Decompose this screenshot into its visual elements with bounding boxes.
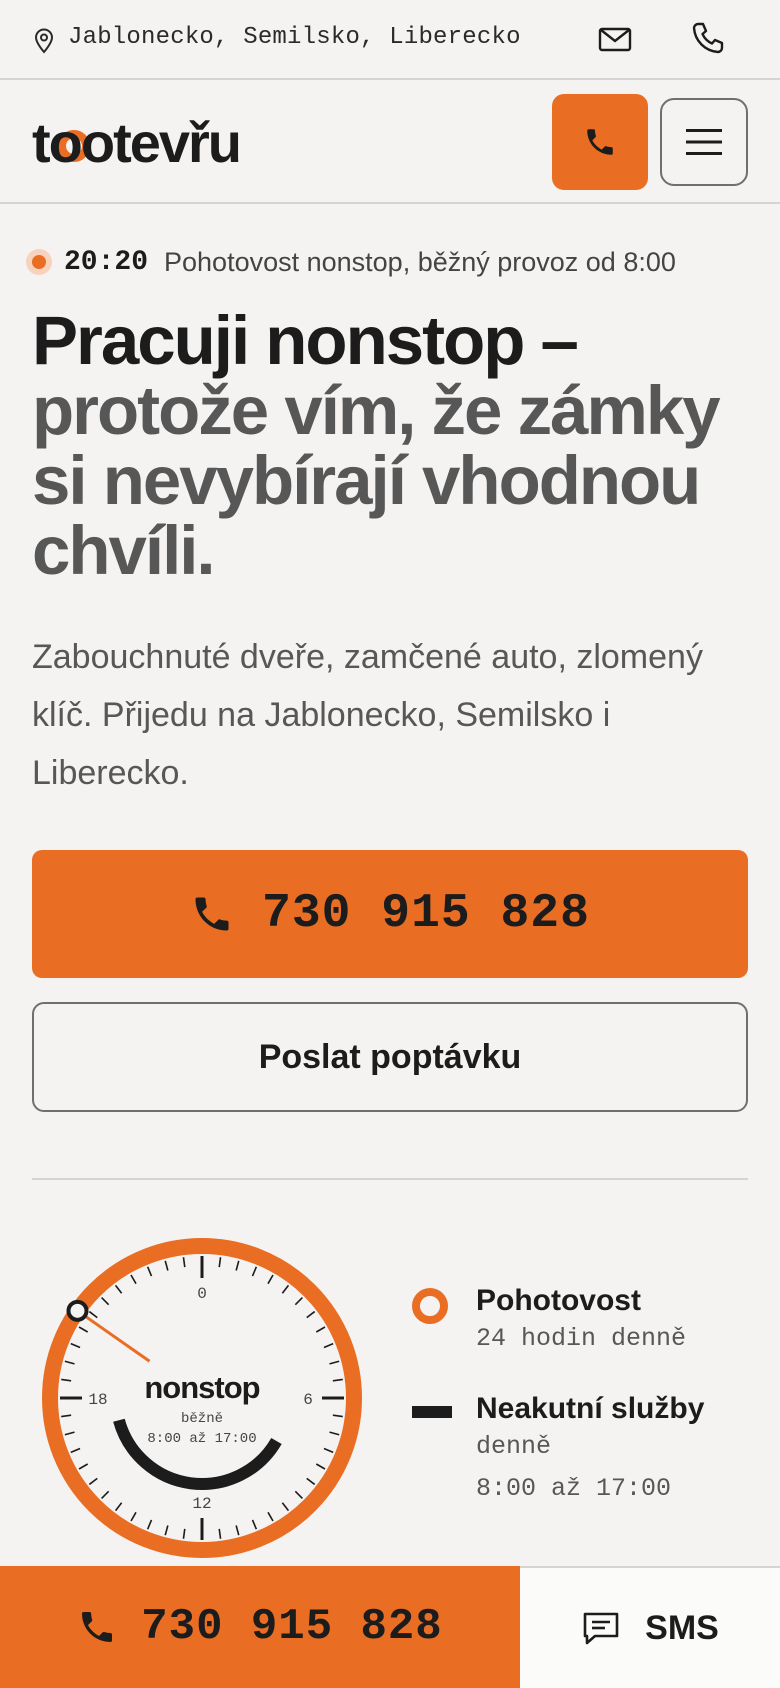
map-pin-icon — [33, 28, 55, 54]
clock-label-0: 0 — [197, 1285, 207, 1303]
title-line-primary: Pracuji nonstop – — [32, 302, 579, 379]
bottom-call-number: 730 915 828 — [141, 1602, 443, 1652]
legend-regular-title: Neakutní služby — [476, 1392, 705, 1425]
bottom-call-button[interactable]: 730 915 828 — [0, 1566, 520, 1688]
site-header: tootevřu — [0, 80, 780, 204]
clock-sub-hours: 8:00 až 17:00 — [147, 1431, 256, 1447]
status-text: Pohotovost nonstop, běžný provoz od 8:00 — [164, 246, 676, 277]
legend-emergency-sub: 24 hodin denně — [476, 1324, 687, 1353]
call-button[interactable]: 730 915 828 — [32, 850, 748, 978]
legend-emergency-title: Pohotovost — [476, 1284, 641, 1317]
clock-label-6: 6 — [303, 1391, 313, 1409]
top-info-bar: Jablonecko, Semilsko, Liberecko — [0, 0, 780, 80]
call-button-number: 730 915 828 — [262, 887, 590, 941]
clock-sub-label: běžně — [181, 1411, 223, 1427]
live-status-dot — [26, 249, 52, 275]
hours-clock: 0 6 12 18 nonstop běžně 8:00 až 17:00 — [40, 1236, 364, 1560]
current-time: 20:20 — [64, 246, 149, 278]
service-region: Jablonecko, Semilsko, Liberecko — [68, 24, 521, 51]
logo-text: tootevřu — [32, 111, 240, 170]
phone-icon — [190, 892, 234, 936]
clock-label-18: 18 — [88, 1391, 107, 1409]
hamburger-menu-icon — [686, 128, 722, 156]
legend-regular-sub1: denně — [476, 1432, 552, 1461]
page-title: Pracuji nonstop – protože vím, že zámky … — [32, 306, 732, 586]
status-line: 20:20 Pohotovost nonstop, běžný provoz o… — [26, 244, 676, 280]
clock-center-label: nonstop — [144, 1370, 259, 1405]
send-inquiry-button[interactable]: Poslat poptávku — [32, 1002, 748, 1112]
clock-hand-knob — [66, 1299, 89, 1322]
title-line-secondary: protože vím, že zámky si nevybírají vhod… — [32, 372, 721, 589]
sms-button[interactable]: SMS — [520, 1566, 780, 1688]
hero-description: Zabouchnuté dveře, zamčené auto, zlomený… — [32, 638, 703, 792]
header-call-button[interactable] — [552, 94, 648, 190]
mail-icon[interactable] — [598, 22, 632, 56]
phone-icon[interactable] — [690, 20, 726, 56]
logo[interactable]: tootevřu — [32, 106, 292, 170]
menu-button[interactable] — [660, 98, 748, 186]
phone-icon — [77, 1607, 117, 1647]
message-icon — [581, 1610, 621, 1646]
phone-icon — [583, 125, 617, 159]
logo-mark: tootevřu — [32, 111, 242, 170]
sms-label: SMS — [645, 1608, 719, 1647]
clock-label-12: 12 — [192, 1495, 211, 1513]
sticky-bottom-bar: 730 915 828 SMS — [0, 1566, 780, 1688]
legend-regular-sub2: 8:00 až 17:00 — [476, 1474, 672, 1503]
emergency-ring-icon — [412, 1288, 448, 1324]
regular-bar-icon — [412, 1406, 452, 1418]
divider — [32, 1178, 748, 1180]
